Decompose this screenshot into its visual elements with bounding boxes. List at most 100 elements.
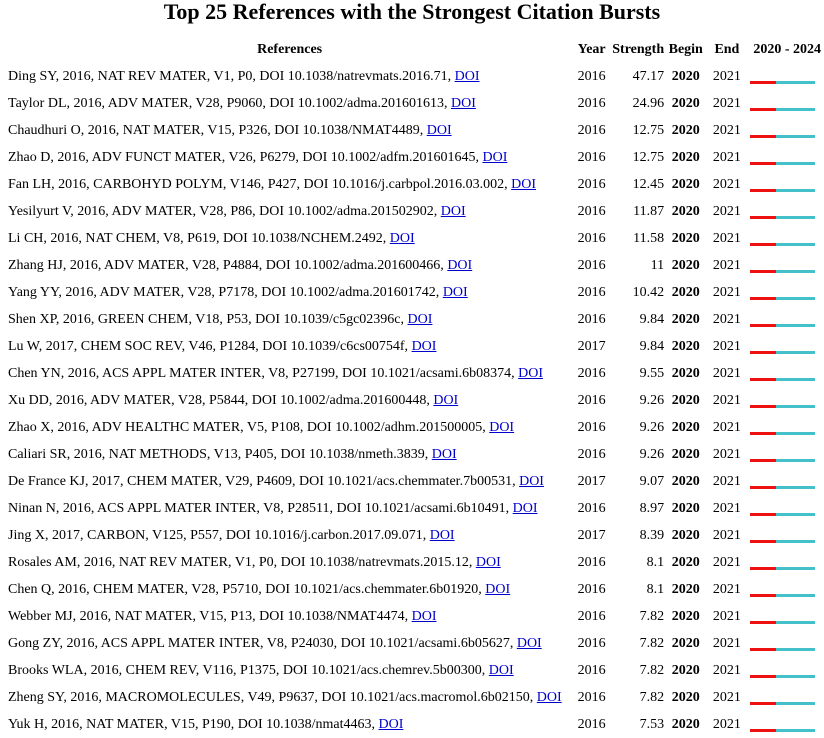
doi-link[interactable]: DOI [517, 636, 542, 651]
begin-cell: 2020 [671, 95, 700, 111]
end-cell: 2021 [712, 473, 741, 489]
doi-link[interactable]: DOI [476, 555, 501, 570]
doi-link[interactable]: DOI [511, 177, 536, 192]
strength-cell: 8.1 [646, 554, 665, 570]
doi-link[interactable]: DOI [447, 258, 472, 273]
year-cell: 2016 [577, 284, 606, 300]
timeline-segment [776, 512, 790, 516]
timeline-segment [776, 674, 790, 678]
year-cell: 2016 [577, 392, 606, 408]
strength-cell: 9.84 [639, 311, 665, 327]
table-row: Yesilyurt V, 2016, ADV MATER, V28, P86, … [4, 198, 824, 225]
end-cell: 2021 [712, 230, 741, 246]
timeline-segment [802, 350, 816, 354]
reference-cell: Jing X, 2017, CARBON, V125, P557, DOI 10… [4, 522, 571, 549]
timeline-segment [789, 593, 803, 597]
timeline-segment [789, 215, 803, 219]
reference-cell: Shen XP, 2016, GREEN CHEM, V18, P53, DOI… [4, 306, 571, 333]
doi-link[interactable]: DOI [443, 285, 468, 300]
year-cell: 2016 [577, 689, 606, 705]
timeline-segment [776, 458, 790, 462]
year-cell: 2016 [577, 500, 606, 516]
timeline-segment [776, 296, 790, 300]
strength-cell: 7.82 [639, 689, 665, 705]
burst-segment [750, 539, 764, 543]
reference-cell: Gong ZY, 2016, ACS APPL MATER INTER, V8,… [4, 630, 571, 657]
col-header-year: Year [577, 42, 606, 57]
doi-link[interactable]: DOI [455, 69, 480, 84]
doi-link[interactable]: DOI [390, 231, 415, 246]
burst-timeline [746, 387, 824, 414]
burst-segment [763, 188, 777, 192]
doi-link[interactable]: DOI [430, 528, 455, 543]
doi-link[interactable]: DOI [482, 150, 507, 165]
timeline-segment [802, 107, 816, 111]
table-row: De France KJ, 2017, CHEM MATER, V29, P46… [4, 468, 824, 495]
reference-text: Zhao D, 2016, ADV FUNCT MATER, V26, P627… [8, 149, 479, 165]
year-cell: 2016 [577, 662, 606, 678]
doi-link[interactable]: DOI [518, 366, 543, 381]
doi-link[interactable]: DOI [408, 312, 433, 327]
col-header-range: 2020 - 2024 [753, 42, 822, 57]
burst-timeline [746, 468, 824, 495]
burst-timeline [746, 225, 824, 252]
burst-segment [750, 674, 764, 678]
reference-text: Yang YY, 2016, ADV MATER, V28, P7178, DO… [8, 284, 440, 300]
burst-timeline [746, 711, 824, 738]
burst-segment [763, 539, 777, 543]
timeline-segment [789, 512, 803, 516]
timeline-segment [789, 620, 803, 624]
year-cell: 2017 [577, 527, 606, 543]
timeline-segment [802, 161, 816, 165]
burst-timeline [746, 549, 824, 576]
doi-link[interactable]: DOI [432, 447, 457, 462]
begin-cell: 2020 [671, 635, 700, 651]
reference-cell: Fan LH, 2016, CARBOHYD POLYM, V146, P427… [4, 171, 571, 198]
timeline-segment [789, 539, 803, 543]
doi-link[interactable]: DOI [537, 690, 562, 705]
doi-link[interactable]: DOI [451, 96, 476, 111]
burst-segment [750, 215, 764, 219]
year-cell: 2017 [577, 473, 606, 489]
doi-link[interactable]: DOI [489, 663, 514, 678]
doi-link[interactable]: DOI [433, 393, 458, 408]
reference-cell: Lu W, 2017, CHEM SOC REV, V46, P1284, DO… [4, 333, 571, 360]
burst-segment [750, 242, 764, 246]
reference-cell: Xu DD, 2016, ADV MATER, V28, P5844, DOI … [4, 387, 571, 414]
end-cell: 2021 [712, 500, 741, 516]
begin-cell: 2020 [671, 473, 700, 489]
timeline-segment [802, 674, 816, 678]
doi-link[interactable]: DOI [513, 501, 538, 516]
table-row: Rosales AM, 2016, NAT REV MATER, V1, P0,… [4, 549, 824, 576]
burst-segment [763, 458, 777, 462]
doi-link[interactable]: DOI [427, 123, 452, 138]
doi-link[interactable]: DOI [519, 474, 544, 489]
timeline-segment [789, 674, 803, 678]
begin-cell: 2020 [671, 176, 700, 192]
doi-link[interactable]: DOI [379, 717, 404, 732]
begin-cell: 2020 [671, 392, 700, 408]
burst-segment [763, 269, 777, 273]
reference-cell: Taylor DL, 2016, ADV MATER, V28, P9060, … [4, 90, 571, 117]
doi-link[interactable]: DOI [412, 609, 437, 624]
year-cell: 2016 [577, 257, 606, 273]
timeline-segment [776, 134, 790, 138]
doi-link[interactable]: DOI [485, 582, 510, 597]
reference-cell: Yuk H, 2016, NAT MATER, V15, P190, DOI 1… [4, 711, 571, 738]
burst-segment [763, 728, 777, 732]
table-row: Chen Q, 2016, CHEM MATER, V28, P5710, DO… [4, 576, 824, 603]
table-row: Gong ZY, 2016, ACS APPL MATER INTER, V8,… [4, 630, 824, 657]
timeline-segment [802, 620, 816, 624]
burst-timeline [746, 333, 824, 360]
table-row: Chen YN, 2016, ACS APPL MATER INTER, V8,… [4, 360, 824, 387]
end-cell: 2021 [712, 554, 741, 570]
doi-link[interactable]: DOI [412, 339, 437, 354]
timeline-segment [789, 566, 803, 570]
timeline-segment [789, 728, 803, 732]
begin-cell: 2020 [671, 149, 700, 165]
reference-cell: Yang YY, 2016, ADV MATER, V28, P7178, DO… [4, 279, 571, 306]
burst-timeline [746, 576, 824, 603]
doi-link[interactable]: DOI [441, 204, 466, 219]
doi-link[interactable]: DOI [489, 420, 514, 435]
timeline-segment [776, 80, 790, 84]
